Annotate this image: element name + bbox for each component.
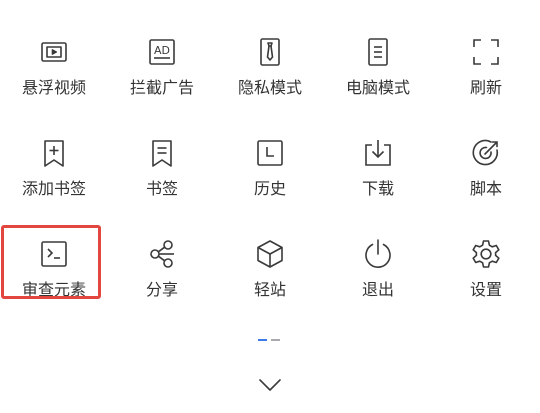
share-icon (146, 238, 178, 270)
menu-item-label: 设置 (469, 280, 502, 299)
menu-item-label: 悬浮视频 (21, 78, 86, 97)
menu-item-label: 脚本 (469, 179, 502, 198)
menu-item-downloads[interactable]: 下载 (324, 123, 432, 224)
menu-item-label: 审查元素 (21, 280, 86, 299)
page-indicator (258, 339, 282, 341)
menu-item-history[interactable]: 历史 (216, 123, 324, 224)
menu-item-desktop-mode[interactable]: 电脑模式 (324, 22, 432, 123)
settings-gear-icon (470, 238, 502, 270)
menu-item-label: 轻站 (253, 280, 286, 299)
menu-item-refresh[interactable]: 刷新 (432, 22, 540, 123)
light-site-icon (254, 238, 286, 270)
menu-item-label: 添加书签 (21, 179, 86, 198)
svg-text:AD: AD (154, 44, 170, 57)
menu-item-label: 隐私模式 (237, 78, 302, 97)
history-icon (254, 137, 286, 169)
menu-item-bookmarks[interactable]: 书签 (108, 123, 216, 224)
menu-item-privacy-mode[interactable]: 隐私模式 (216, 22, 324, 123)
ad-block-icon: AD (146, 36, 178, 68)
menu-item-label: 拦截广告 (129, 78, 194, 97)
menu-item-label: 书签 (145, 179, 178, 198)
menu-item-label: 历史 (253, 179, 286, 198)
bookmark-icon (146, 137, 178, 169)
desktop-mode-icon (362, 36, 394, 68)
menu-item-share[interactable]: 分享 (108, 224, 216, 325)
power-icon (362, 238, 394, 270)
page-dot[interactable] (271, 339, 280, 341)
menu-item-exit[interactable]: 退出 (324, 224, 432, 325)
quick-menu-grid: 悬浮视频 AD 拦截广告 隐私模式 电脑模式 刷新 添加书签 书签 历史 下载 … (0, 22, 540, 325)
menu-item-label: 分享 (145, 280, 178, 299)
add-bookmark-icon (38, 137, 70, 169)
menu-item-label: 刷新 (469, 78, 502, 97)
menu-item-floating-video[interactable]: 悬浮视频 (0, 22, 108, 123)
menu-item-ad-block[interactable]: AD 拦截广告 (108, 22, 216, 123)
menu-item-scripts[interactable]: 脚本 (432, 123, 540, 224)
refresh-icon (470, 36, 502, 68)
menu-item-light-site[interactable]: 轻站 (216, 224, 324, 325)
menu-item-label: 下载 (361, 179, 394, 198)
collapse-button[interactable] (256, 374, 284, 396)
download-icon (362, 137, 394, 169)
menu-item-label: 电脑模式 (345, 78, 410, 97)
privacy-tie-icon (254, 36, 286, 68)
chevron-down-icon (256, 379, 284, 400)
floating-video-icon (38, 36, 70, 68)
inspect-element-icon (38, 238, 70, 270)
menu-item-add-bookmark[interactable]: 添加书签 (0, 123, 108, 224)
page-dot-active[interactable] (258, 339, 267, 341)
menu-item-label: 退出 (361, 280, 394, 299)
script-icon (470, 137, 502, 169)
menu-item-inspect-element[interactable]: 审查元素 (0, 224, 108, 325)
menu-item-settings[interactable]: 设置 (432, 224, 540, 325)
